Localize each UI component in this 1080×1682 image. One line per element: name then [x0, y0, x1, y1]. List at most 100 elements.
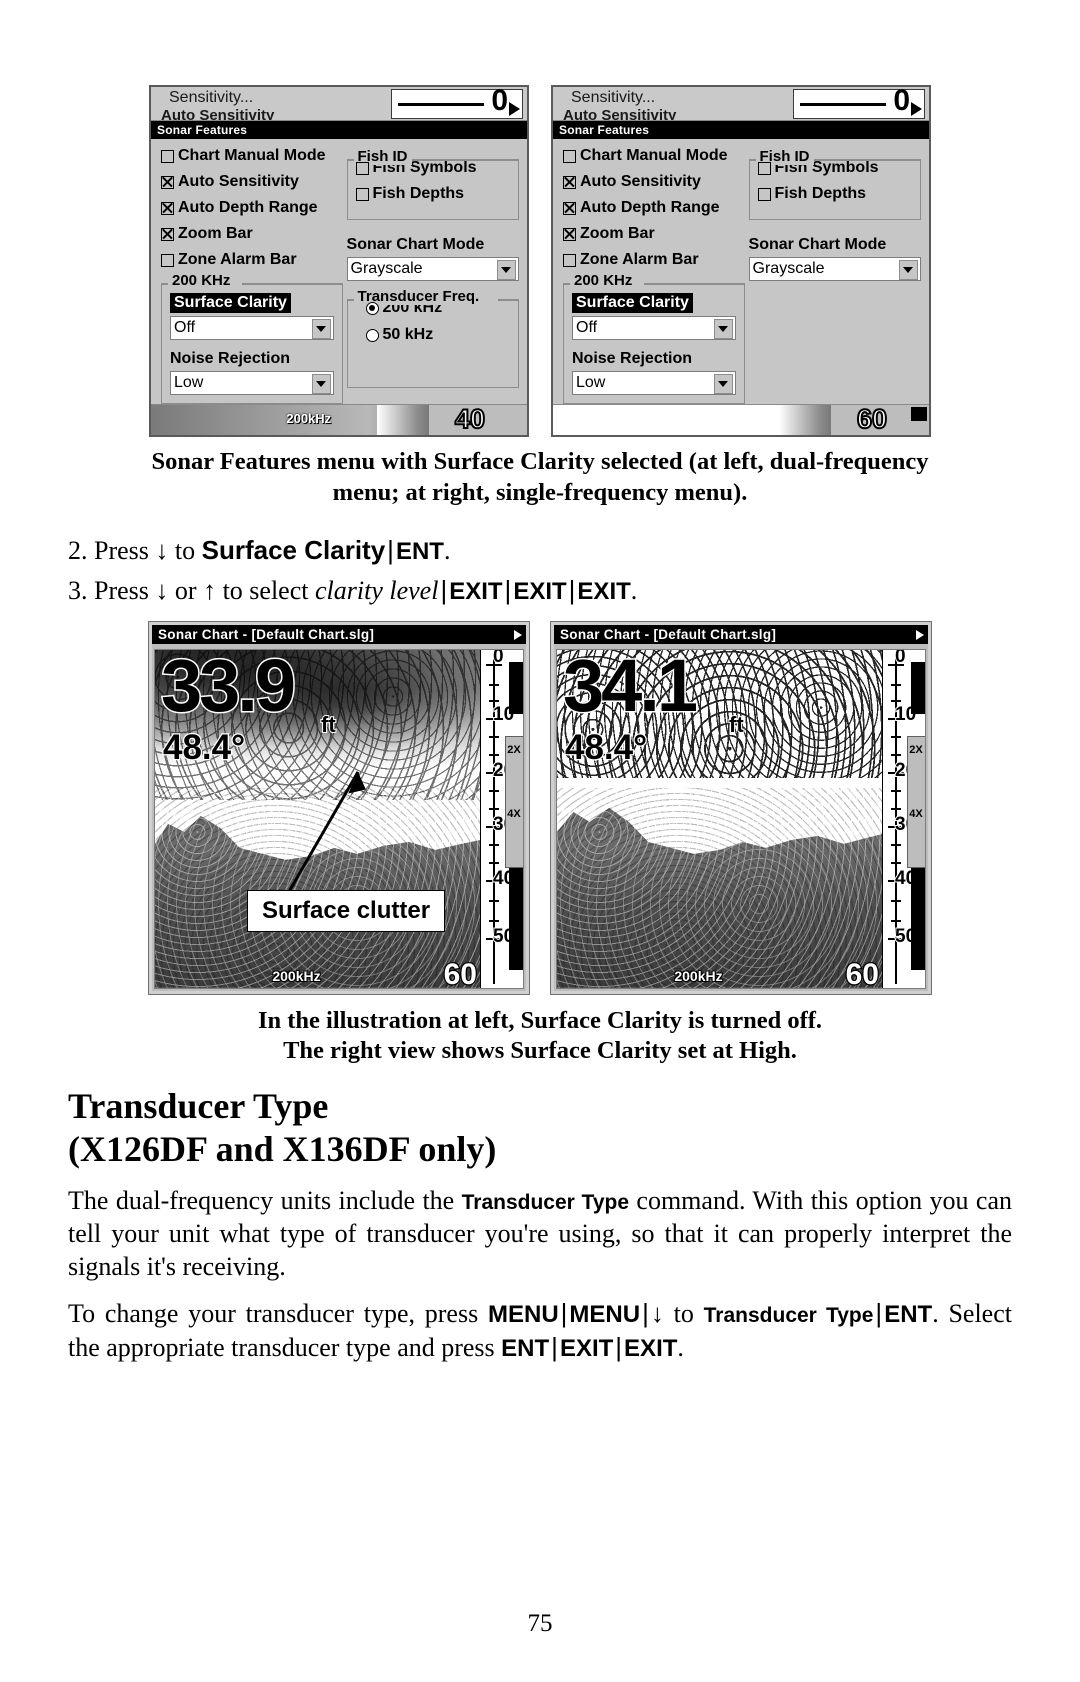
- figure2-caption: In the illustration at left, Surface Cla…: [125, 1006, 955, 1067]
- group-transducer-freq: Transducer Freq. 200 kHz 50 kHz: [346, 288, 519, 388]
- surface-clarity-value: Off: [576, 319, 598, 336]
- key-exit-2: EXIT: [513, 578, 567, 606]
- surface-clarity-dropdown[interactable]: Off: [170, 316, 334, 340]
- group-border-right: [242, 283, 342, 285]
- zoom-label-2x: 2X: [909, 743, 923, 756]
- checkbox-zoom-bar[interactable]: Zoom Bar: [563, 225, 745, 243]
- sonar-echogram: 34.1 ft 48.4° 200kHz: [557, 649, 883, 988]
- chart-depth-range: 60: [844, 957, 880, 989]
- noise-rejection-value: Low: [576, 374, 606, 391]
- checkbox-checked-icon: [563, 175, 576, 189]
- paragraph-transducer-intro: The dual-frequency units include the Tra…: [68, 1184, 1012, 1283]
- checkbox-auto-sensitivity[interactable]: Auto Sensitivity: [161, 173, 343, 191]
- sonar-features-menu-dual-frequency: Sensitivity... Auto Sensitivity 0 Sonar …: [149, 85, 529, 437]
- auto-sensitivity-menu-item[interactable]: Auto Sensitivity: [161, 107, 274, 120]
- chevron-down-icon[interactable]: [496, 260, 516, 280]
- smallcaps-transducer-type: Transducer Type: [703, 1304, 874, 1328]
- noise-rejection-dropdown[interactable]: Low: [572, 371, 736, 395]
- menu-body: Chart Manual Mode Auto Sensitivity Auto …: [151, 139, 527, 404]
- page-number: 75: [527, 1610, 553, 1637]
- sonar-chart-mode-dropdown[interactable]: Grayscale: [346, 257, 519, 281]
- checkbox-icon: [563, 253, 576, 267]
- annotation-leader-line: [278, 770, 366, 909]
- key-ent-2: ENT: [501, 1334, 550, 1362]
- sonar-chart-mode-label: Sonar Chart Mode: [748, 236, 887, 253]
- key-exit-2: EXIT: [624, 1334, 678, 1362]
- radio-50khz[interactable]: 50 kHz: [365, 326, 510, 344]
- gauge-pointer-icon: [509, 102, 520, 116]
- sensitivity-menu-item[interactable]: Sensitivity...: [169, 89, 253, 107]
- chevron-down-icon[interactable]: [713, 319, 733, 339]
- figure2-caption-line1: In the illustration at left, Surface Cla…: [257, 1006, 823, 1034]
- scroll-right-icon[interactable]: [514, 629, 522, 640]
- footer-depth-range: 40: [454, 404, 486, 435]
- group-border-right: [644, 283, 744, 285]
- checkbox-label: Auto Sensitivity: [580, 173, 701, 190]
- checkbox-chart-manual-mode[interactable]: Chart Manual Mode: [161, 147, 343, 165]
- key-ent-1: ENT: [884, 1301, 933, 1329]
- noise-rejection-label: Noise Rejection: [572, 350, 693, 367]
- sonar-chart-mode-dropdown[interactable]: Grayscale: [748, 257, 921, 281]
- checkbox-label: Fish Depths: [372, 185, 465, 202]
- chart-titlebar: Sonar Chart - [Default Chart.slg]: [152, 624, 526, 644]
- down-arrow-icon: ↓: [155, 576, 169, 606]
- zoom-bar[interactable]: 2X 4X: [907, 735, 925, 868]
- radio-icon: [365, 328, 379, 342]
- step-mid: to select: [222, 576, 309, 606]
- checkbox-icon: [161, 149, 174, 163]
- chevron-down-icon[interactable]: [898, 260, 918, 280]
- checkbox-auto-depth-range[interactable]: Auto Depth Range: [161, 199, 343, 217]
- chart-canvas: 34.1 ft 48.4° 200kHz 0 10 20 30 40 50 2X…: [556, 648, 926, 989]
- noise-rejection-dropdown[interactable]: Low: [170, 371, 334, 395]
- figure-sonar-features-menus: Sensitivity... Auto Sensitivity 0 Sonar …: [0, 85, 1080, 437]
- key-menu-1: MENU: [487, 1301, 559, 1329]
- echo-trace-top: [509, 661, 523, 714]
- procedure-steps: 2. Press ↓ to Surface Clarity|ENT. 3. Pr…: [0, 534, 1080, 608]
- key-menu-2: MENU: [569, 1301, 641, 1329]
- checkbox-icon: [355, 161, 369, 175]
- sonar-chart-clarity-off: Sonar Chart - [Default Chart.slg] 33.9 f…: [148, 620, 530, 995]
- sensitivity-gauge: 0: [391, 87, 523, 119]
- step-italic-clarity-level: clarity level: [315, 576, 439, 606]
- checkbox-zone-alarm-bar[interactable]: Zone Alarm Bar: [161, 251, 343, 269]
- checkbox-auto-depth-range[interactable]: Auto Depth Range: [563, 199, 745, 217]
- checkbox-checked-icon: [161, 201, 174, 215]
- step-tail: .: [630, 576, 638, 606]
- checkbox-chart-manual-mode[interactable]: Chart Manual Mode: [563, 147, 745, 165]
- checkbox-auto-sensitivity[interactable]: Auto Sensitivity: [563, 173, 745, 191]
- footer-indicator-icon: [911, 407, 927, 421]
- sensitivity-menu-item[interactable]: Sensitivity...: [571, 89, 655, 107]
- step-lead: Press: [94, 536, 149, 566]
- zoom-bar[interactable]: 2X 4X: [505, 735, 523, 868]
- group-label-200khz: 200 KHz: [570, 272, 637, 289]
- checkbox-checked-icon: [161, 227, 174, 241]
- group-200khz: 200 KHz Surface Clarity Off Noise Reject…: [161, 272, 343, 404]
- key-exit-1: EXIT: [449, 578, 503, 606]
- group-label-200khz: 200 KHz: [168, 272, 235, 289]
- chevron-down-icon[interactable]: [311, 319, 331, 339]
- chevron-down-icon[interactable]: [311, 374, 331, 394]
- para1-part-a: The dual-frequency units include the: [68, 1186, 462, 1216]
- auto-sensitivity-menu-item[interactable]: Auto Sensitivity: [563, 107, 676, 120]
- chevron-down-icon[interactable]: [713, 374, 733, 394]
- sonar-echogram: 33.9 ft 48.4° Surface clutter 200kHz: [155, 649, 481, 988]
- menu-body: Chart Manual Mode Auto Sensitivity Auto …: [553, 139, 929, 404]
- sonar-chart-mode-value: Grayscale: [350, 260, 423, 277]
- bottom-contour: [557, 807, 883, 988]
- checkbox-label: Zoom Bar: [580, 225, 655, 242]
- checkbox-fish-depths[interactable]: Fish Depths: [355, 185, 510, 203]
- paragraph-change-transducer: To change your transducer type, press ME…: [68, 1298, 1012, 1362]
- key-exit-3: EXIT: [577, 578, 631, 606]
- checkbox-zone-alarm-bar[interactable]: Zone Alarm Bar: [563, 251, 745, 269]
- sonar-chart-clarity-high: Sonar Chart - [Default Chart.slg] 34.1 f…: [550, 620, 932, 995]
- gauge-line-icon: [800, 103, 886, 106]
- checkbox-checked-icon: [563, 227, 576, 241]
- sonar-features-menu-single-frequency: Sensitivity... Auto Sensitivity 0 Sonar …: [551, 85, 931, 437]
- up-arrow-icon: ↑: [203, 576, 217, 606]
- surface-clarity-dropdown[interactable]: Off: [572, 316, 736, 340]
- menu-titlebar: Sonar Features: [151, 121, 527, 139]
- checkbox-fish-depths[interactable]: Fish Depths: [757, 185, 912, 203]
- menu-left-column: Chart Manual Mode Auto Sensitivity Auto …: [151, 147, 347, 404]
- checkbox-zoom-bar[interactable]: Zoom Bar: [161, 225, 343, 243]
- scroll-right-icon[interactable]: [916, 629, 924, 640]
